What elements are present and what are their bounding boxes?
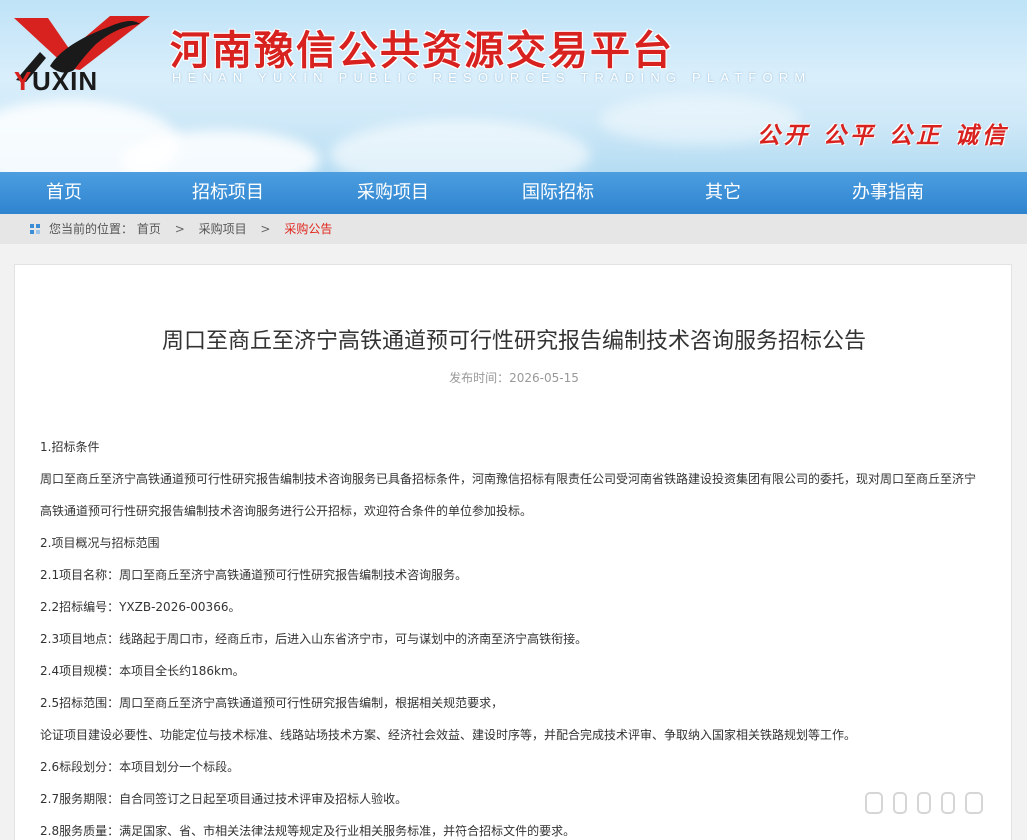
- article-paragraph: 2.5招标范围：周口至商丘至济宁高铁通道预可行性研究报告编制，根据相关规范要求，: [40, 696, 504, 710]
- cloud-decoration: [330, 120, 590, 172]
- article-paragraph: 2.6标段划分：本项目划分一个标段。: [40, 760, 240, 774]
- breadcrumb-separator: >: [174, 222, 185, 236]
- watermark-decoration: [865, 788, 1005, 818]
- article-paragraph: 2.1项目名称：周口至商丘至济宁高铁通道预可行性研究报告编制技术咨询服务。: [40, 568, 468, 582]
- article-paragraph: 2.7服务期限：自合同签订之日起至项目通过技术评审及招标人验收。: [40, 792, 408, 806]
- article-card: 周口至商丘至济宁高铁通道预可行性研究报告编制技术咨询服务招标公告 发布时间：20…: [14, 264, 1012, 840]
- svg-text:UXIN: UXIN: [32, 66, 98, 94]
- article-paragraph: 高铁通道预可行性研究报告编制技术咨询服务进行公开招标，欢迎符合条件的单位参加投标…: [40, 504, 533, 518]
- article-paragraph: 2.2招标编号：YXZB-2026-00366。: [40, 600, 241, 614]
- svg-text:Y: Y: [14, 66, 31, 94]
- article-paragraph: 1.招标条件: [40, 440, 100, 454]
- eagle-logo-icon: UXIN Y: [14, 16, 150, 96]
- nav-item-procurement-projects[interactable]: 采购项目: [357, 172, 429, 214]
- nav-item-home[interactable]: 首页: [46, 172, 82, 214]
- article-title: 周口至商丘至济宁高铁通道预可行性研究报告编制技术咨询服务招标公告: [161, 329, 866, 354]
- article-paragraph: 2.项目概况与招标范围: [40, 536, 160, 550]
- nav-item-tender-projects[interactable]: 招标项目: [192, 172, 264, 214]
- breadcrumb-section-link[interactable]: 采购项目: [199, 222, 247, 236]
- article-paragraph: 2.4项目规模：本项目全长约186km。: [40, 664, 245, 678]
- nav-item-international-tender[interactable]: 国际招标: [522, 172, 594, 214]
- site-subtitle: HENAN YUXIN PUBLIC RESOURCES TRADING PLA…: [172, 70, 812, 85]
- site-slogan: 公开 公平 公正 诚信: [756, 122, 1009, 149]
- site-title: 河南豫信公共资源交易平台: [170, 27, 674, 74]
- article-body: 1.招标条件 周口至商丘至济宁高铁通道预可行性研究报告编制技术咨询服务已具备招标…: [40, 431, 990, 840]
- breadcrumb-current-link[interactable]: 采购公告: [284, 222, 332, 236]
- article-paragraph: 论证项目建设必要性、功能定位与技术标准、线路站场技术方案、经济社会效益、建设时序…: [40, 728, 857, 742]
- article-paragraph: 2.8服务质量：满足国家、省、市相关法律法规等规定及行业相关服务标准，并符合招标…: [40, 824, 576, 838]
- breadcrumb: 您当前的位置： 首页 > 采购项目 > 采购公告: [0, 214, 1027, 244]
- breadcrumb-separator: >: [260, 222, 271, 236]
- publish-date: 发布时间：2026-05-15: [449, 371, 579, 385]
- header-banner: UXIN Y 河南豫信公共资源交易平台 HENAN YUXIN PUBLIC R…: [0, 0, 1027, 172]
- article-paragraph: 2.3项目地点：线路起于周口市，经商丘市，后进入山东省济宁市，可与谋划中的济南至…: [40, 632, 588, 646]
- main-nav: 首页 招标项目 采购项目 国际招标 其它 办事指南: [0, 172, 1027, 214]
- location-grid-icon: [30, 224, 41, 235]
- site-logo[interactable]: UXIN Y: [10, 10, 160, 96]
- nav-item-other[interactable]: 其它: [705, 172, 741, 214]
- breadcrumb-home-link[interactable]: 首页: [137, 222, 161, 236]
- breadcrumb-prefix: 您当前的位置：: [49, 222, 134, 236]
- article-paragraph: 周口至商丘至济宁高铁通道预可行性研究报告编制技术咨询服务已具备招标条件，河南豫信…: [40, 472, 977, 486]
- nav-item-guide[interactable]: 办事指南: [852, 172, 924, 214]
